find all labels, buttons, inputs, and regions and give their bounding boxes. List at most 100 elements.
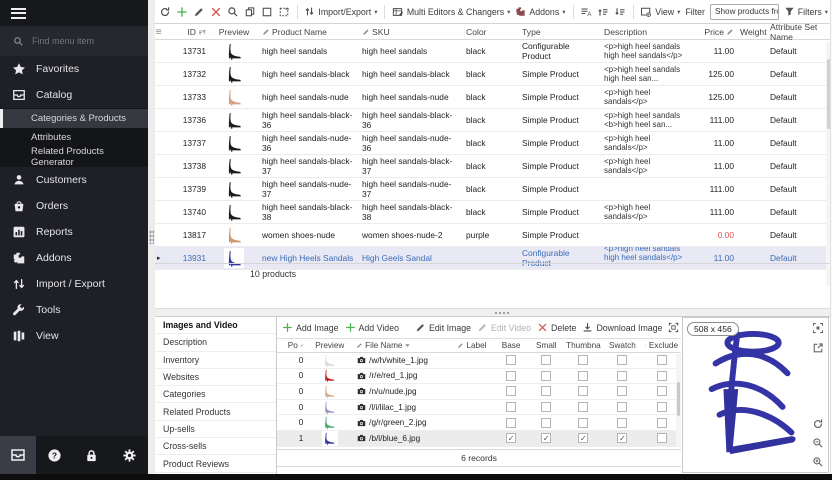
store-drawer-icon[interactable]	[0, 436, 36, 474]
sidebar-item-customers[interactable]: Customers	[0, 167, 148, 193]
product-row[interactable]: ▸ 13733 high heel sandals-nude high heel…	[155, 86, 832, 109]
product-row[interactable]: ▸ 13732 high heel sandals-black high hee…	[155, 63, 832, 86]
add-video-button[interactable]: Add Video	[345, 322, 399, 333]
small-checkbox[interactable]	[541, 386, 551, 396]
swatch-checkbox[interactable]	[617, 418, 627, 428]
open-external-icon[interactable]	[812, 342, 824, 354]
column-header-sku[interactable]: SKU	[359, 27, 463, 37]
swatch-checkbox[interactable]: ✓	[617, 433, 627, 443]
column-header-description[interactable]: Description	[601, 27, 693, 37]
tab-cross-sells[interactable]: Cross-sells	[155, 438, 276, 455]
zoom-in-icon[interactable]	[812, 456, 824, 468]
panel-splitter-horizontal[interactable]	[155, 308, 832, 317]
sidebar-item-import-export[interactable]: Import / Export	[0, 271, 148, 297]
delete-image-button[interactable]: Delete	[537, 322, 576, 333]
exclude-checkbox[interactable]	[657, 386, 667, 396]
product-row[interactable]: ▸ 13817 women shoes-nude women shoes-nud…	[155, 224, 832, 247]
scrollbar-thumb[interactable]	[677, 382, 680, 416]
select-range-button[interactable]	[278, 6, 290, 18]
add-image-button[interactable]: Add Image	[282, 322, 339, 333]
sidebar-search-input[interactable]: Find menu item	[0, 26, 148, 56]
filters-menu[interactable]: Filters▾	[784, 6, 828, 17]
small-checkbox[interactable]	[541, 402, 551, 412]
tab-categories[interactable]: Categories	[155, 386, 276, 403]
expand-rows-button[interactable]	[597, 6, 609, 18]
thumbnail-checkbox[interactable]	[578, 371, 588, 381]
base-checkbox[interactable]: ✓	[506, 433, 516, 443]
column-header-price[interactable]: Price	[693, 27, 737, 37]
sidebar-item-addons[interactable]: Addons	[0, 245, 148, 271]
image-row[interactable]: ▸ 0 /n/u/nude.jpg	[277, 384, 681, 400]
column-header-thumbnail[interactable]: Thumbna	[564, 341, 603, 350]
column-header-weight[interactable]: Weight	[737, 27, 767, 37]
thumbnail-checkbox[interactable]	[578, 402, 588, 412]
base-checkbox[interactable]	[506, 371, 516, 381]
collapse-rows-button[interactable]	[614, 6, 626, 18]
column-header-swatch[interactable]: Swatch	[603, 341, 642, 350]
column-header-exclude[interactable]: Exclude	[642, 341, 681, 350]
thumbnail-checkbox[interactable]	[578, 386, 588, 396]
font-size-button[interactable]: A	[580, 6, 592, 18]
small-checkbox[interactable]	[541, 418, 551, 428]
preview-search-button[interactable]	[227, 6, 239, 18]
image-row[interactable]: ▸ 0 /w/h/white_1.jpg	[277, 353, 681, 369]
column-header-color[interactable]: Color	[463, 27, 519, 37]
sidebar-item-categories-products[interactable]: Categories & Products	[0, 109, 148, 128]
sidebar-item-related-products-generator[interactable]: Related Products Generator	[0, 147, 148, 166]
base-checkbox[interactable]	[506, 355, 516, 365]
zoom-out-icon[interactable]	[812, 437, 824, 449]
delete-product-button[interactable]	[210, 6, 222, 18]
sidebar-item-view[interactable]: View	[0, 323, 148, 349]
small-checkbox[interactable]: ✓	[541, 433, 551, 443]
sidebar-item-orders[interactable]: Orders	[0, 193, 148, 219]
base-checkbox[interactable]	[506, 418, 516, 428]
view-menu[interactable]: View▾	[640, 6, 680, 18]
import-export-menu[interactable]: Import/Export▾	[304, 6, 377, 17]
download-image-button[interactable]: Download Image	[582, 322, 662, 333]
column-header-id[interactable]: ID	[165, 27, 209, 37]
column-header-product-name[interactable]: Product Name	[259, 27, 359, 37]
panel-splitter-vertical[interactable]	[148, 0, 155, 474]
product-row[interactable]: ▸ 13739 high heel sandals-nude-37 high h…	[155, 178, 832, 201]
swatch-checkbox[interactable]	[617, 402, 627, 412]
small-checkbox[interactable]	[541, 355, 551, 365]
edit-product-button[interactable]	[193, 6, 205, 18]
addons-menu[interactable]: Addons▾	[515, 6, 565, 17]
images-scrollbar[interactable]	[676, 354, 681, 446]
rotate-icon[interactable]	[812, 418, 824, 430]
thumbnail-checkbox[interactable]	[578, 418, 588, 428]
column-header-base[interactable]: Base	[494, 341, 529, 350]
add-product-button[interactable]	[176, 6, 188, 18]
product-row[interactable]: ▸ 13738 high heel sandals-black-37 high …	[155, 155, 832, 178]
column-header-label[interactable]: Label	[454, 341, 493, 350]
swatch-checkbox[interactable]	[617, 371, 627, 381]
swatch-checkbox[interactable]	[617, 355, 627, 365]
tab-up-sells[interactable]: Up-sells	[155, 421, 276, 438]
column-header-attribute-set[interactable]: Attribute Set Name	[767, 22, 830, 42]
small-checkbox[interactable]	[541, 371, 551, 381]
product-row[interactable]: ▸ 13740 high heel sandals-black-38 high …	[155, 201, 832, 224]
checkbox-toggle-button[interactable]	[261, 6, 273, 18]
tab-product-reviews[interactable]: Product Reviews	[155, 455, 276, 472]
sidebar-item-catalog[interactable]: Catalog	[0, 82, 148, 108]
sidebar-item-attributes[interactable]: Attributes	[0, 128, 148, 147]
category-filter-select[interactable]: Show products from selected categories▾	[710, 4, 779, 20]
base-checkbox[interactable]	[506, 386, 516, 396]
image-row[interactable]: ▸ 0 /r/e/red_1.jpg	[277, 369, 681, 385]
settings-gear-icon[interactable]	[122, 448, 137, 463]
lock-icon[interactable]	[84, 448, 99, 463]
tab-inventory[interactable]: Inventory	[155, 352, 276, 369]
tab-description[interactable]: Description	[155, 334, 276, 351]
tab-websites[interactable]: Websites	[155, 369, 276, 386]
column-header-position[interactable]: Po	[285, 341, 307, 350]
product-row[interactable]: ▸ 13737 high heel sandals-nude-36 high h…	[155, 132, 832, 155]
column-header-preview[interactable]: Preview	[209, 27, 259, 37]
column-header-file-name[interactable]: File Name	[353, 341, 454, 350]
exclude-checkbox[interactable]	[657, 418, 667, 428]
swatch-checkbox[interactable]	[617, 386, 627, 396]
thumbnail-checkbox[interactable]: ✓	[578, 433, 588, 443]
exclude-checkbox[interactable]	[657, 402, 667, 412]
tab-related-products[interactable]: Related Products	[155, 403, 276, 420]
column-header-preview[interactable]: Preview	[306, 341, 353, 350]
fullscreen-icon[interactable]	[812, 322, 824, 334]
